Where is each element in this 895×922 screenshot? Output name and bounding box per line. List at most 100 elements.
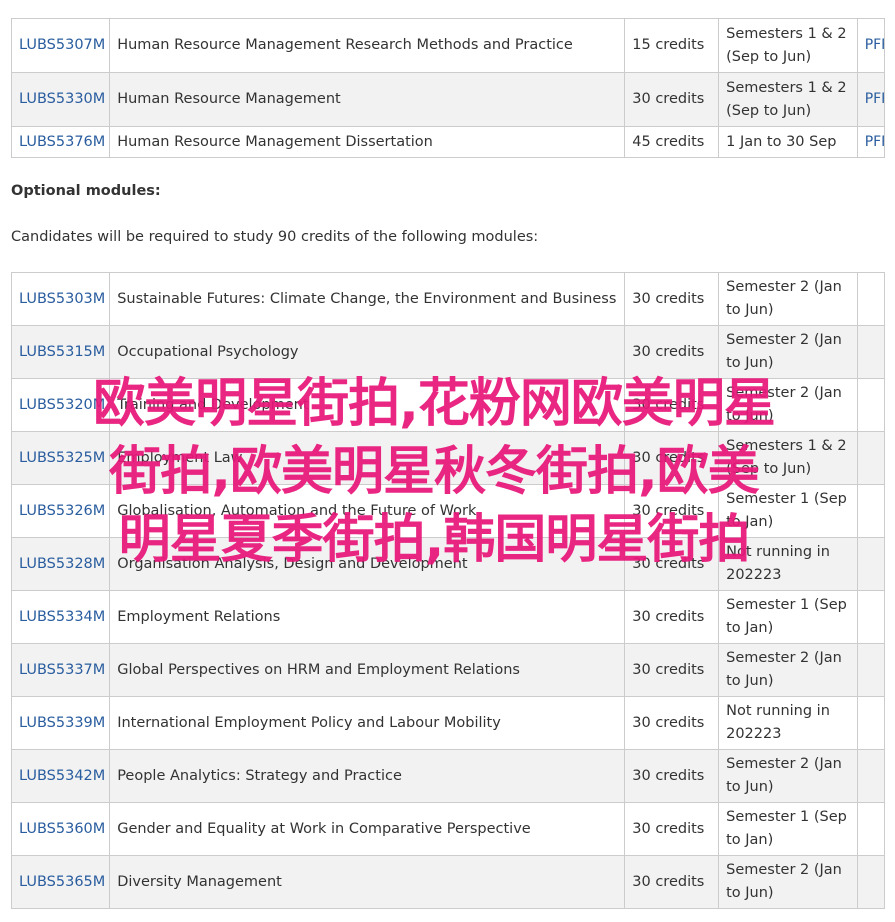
- module-code-link[interactable]: LUBS5328M: [19, 556, 105, 572]
- table-row: LUBS5320M Training and Development 30 cred…: [10, 378, 886, 432]
- module-semester-cell: Semester 2 (Jan to Jun): [718, 272, 858, 326]
- table-row: LUBS5376M Human Resource Management Disse…: [10, 126, 886, 158]
- module-code-link[interactable]: LUBS5330M: [19, 91, 105, 107]
- module-spec-cell: [856, 855, 886, 909]
- module-spec-cell: [856, 272, 886, 326]
- module-spec-cell: [856, 484, 886, 538]
- module-code-cell: LUBS5360M: [10, 802, 111, 856]
- module-code-link[interactable]: LUBS5307M: [19, 37, 105, 53]
- module-code-link[interactable]: LUBS5360M: [19, 821, 105, 837]
- module-code-link[interactable]: LUBS5303M: [19, 291, 105, 307]
- module-semester-cell: Semester 2 (Jan to Jun): [718, 325, 858, 379]
- module-code-cell: LUBS5328M: [10, 537, 111, 591]
- module-title-cell: Human Resource Management: [109, 72, 626, 127]
- module-spec-link[interactable]: PFP: [865, 91, 884, 107]
- module-code-link[interactable]: LUBS5337M: [19, 662, 105, 678]
- module-code-link[interactable]: LUBS5365M: [19, 874, 105, 890]
- module-title-cell: Employment Relations: [109, 590, 626, 644]
- module-title-cell: Globalisation, Automation and the Future…: [109, 484, 626, 538]
- table-row: LUBS5330M Human Resource Management 30 cre…: [10, 72, 886, 127]
- module-code-cell: LUBS5339M: [10, 696, 111, 750]
- core-modules-table: LUBS5307M Human Resource Management Resea…: [10, 18, 886, 158]
- module-credits-cell: 15 credits: [624, 18, 720, 73]
- module-credits-cell: 45 credits: [624, 126, 720, 158]
- module-title-cell: International Employment Policy and Labo…: [109, 696, 626, 750]
- module-code-cell: LUBS5320M: [10, 378, 111, 432]
- module-semester-cell: Not running in 202223: [718, 696, 858, 750]
- module-semester-cell: Not running in 202223: [718, 537, 858, 591]
- module-code-link[interactable]: LUBS5376M: [19, 134, 105, 150]
- table-row: LUBS5325M Employment Law 30 credits Semeste…: [10, 431, 886, 485]
- module-code-link[interactable]: LUBS5342M: [19, 768, 105, 784]
- module-title-cell: Gender and Equality at Work in Comparati…: [109, 802, 626, 856]
- module-credits-cell: 30 credits: [624, 802, 720, 856]
- module-credits-cell: 30 credits: [624, 72, 720, 127]
- module-credits-cell: 30 credits: [624, 749, 720, 803]
- module-code-cell: LUBS5326M: [10, 484, 111, 538]
- table-row: LUBS5315M Occupational Psychology 30 credi…: [10, 325, 886, 379]
- module-semester-cell: 1 Jan to 30 Sep: [718, 126, 858, 158]
- module-credits-cell: 30 credits: [624, 272, 720, 326]
- module-spec-cell: [856, 802, 886, 856]
- module-semester-cell: Semesters 1 & 2 (Sep to Jun): [718, 72, 858, 127]
- optional-modules-heading: Optional modules:: [11, 183, 161, 199]
- module-title-cell: Human Resource Management Research Metho…: [109, 18, 626, 73]
- module-credits-cell: 30 credits: [624, 643, 720, 697]
- module-title-cell: Employment Law: [109, 431, 626, 485]
- module-code-cell: LUBS5303M: [10, 272, 111, 326]
- module-code-cell: LUBS5325M: [10, 431, 111, 485]
- module-spec-cell: PFP: [856, 18, 886, 73]
- module-spec-link[interactable]: PFP: [865, 134, 884, 150]
- module-title-cell: People Analytics: Strategy and Practice: [109, 749, 626, 803]
- table-row: LUBS5339M International Employment Policy…: [10, 696, 886, 750]
- optional-modules-intro: Candidates will be required to study 90 …: [11, 229, 539, 245]
- table-row: LUBS5360M Gender and Equality at Work in …: [10, 802, 886, 856]
- module-spec-cell: [856, 431, 886, 485]
- module-code-link[interactable]: LUBS5325M: [19, 450, 105, 466]
- table-row: LUBS5307M Human Resource Management Resea…: [10, 18, 886, 73]
- module-code-cell: LUBS5315M: [10, 325, 111, 379]
- module-code-cell: LUBS5337M: [10, 643, 111, 697]
- module-credits-cell: 30 credits: [624, 378, 720, 432]
- module-credits-cell: 30 credits: [624, 696, 720, 750]
- module-spec-cell: PFP: [856, 72, 886, 127]
- module-semester-cell: Semester 1 (Sep to Jan): [718, 802, 858, 856]
- module-code-cell: LUBS5334M: [10, 590, 111, 644]
- module-credits-cell: 30 credits: [624, 537, 720, 591]
- module-title-cell: Training and Development: [109, 378, 626, 432]
- table-row: LUBS5303M Sustainable Futures: Climate Ch…: [10, 272, 886, 326]
- module-title-cell: Human Resource Management Dissertation: [109, 126, 626, 158]
- module-title-cell: Organisation Analysis, Design and Develo…: [109, 537, 626, 591]
- table-row: LUBS5337M Global Perspectives on HRM and …: [10, 643, 886, 697]
- table-row: LUBS5328M Organisation Analysis, Design a…: [10, 537, 886, 591]
- module-semester-cell: Semester 1 (Sep to Jan): [718, 484, 858, 538]
- module-spec-cell: PFP: [856, 126, 886, 158]
- module-credits-cell: 30 credits: [624, 325, 720, 379]
- module-title-cell: Diversity Management: [109, 855, 626, 909]
- table-row: LUBS5365M Diversity Management 30 credits S…: [10, 855, 886, 909]
- module-spec-cell: [856, 325, 886, 379]
- module-semester-cell: Semesters 1 & 2 (Sep to Jun): [718, 18, 858, 73]
- module-spec-cell: [856, 537, 886, 591]
- module-code-link[interactable]: LUBS5334M: [19, 609, 105, 625]
- module-code-link[interactable]: LUBS5326M: [19, 503, 105, 519]
- module-credits-cell: 30 credits: [624, 590, 720, 644]
- table-row: LUBS5326M Globalisation, Automation and t…: [10, 484, 886, 538]
- module-spec-cell: [856, 696, 886, 750]
- module-spec-cell: [856, 643, 886, 697]
- module-code-link[interactable]: LUBS5339M: [19, 715, 105, 731]
- module-title-cell: Global Perspectives on HRM and Employmen…: [109, 643, 626, 697]
- table-row: LUBS5334M Employment Relations 30 credits S…: [10, 590, 886, 644]
- module-credits-cell: 30 credits: [624, 855, 720, 909]
- module-credits-cell: 30 credits: [624, 431, 720, 485]
- module-credits-cell: 30 credits: [624, 484, 720, 538]
- module-code-link[interactable]: LUBS5315M: [19, 344, 105, 360]
- module-spec-cell: [856, 749, 886, 803]
- module-code-link[interactable]: LUBS5320M: [19, 397, 105, 413]
- module-semester-cell: Semester 1 (Sep to Jan): [718, 590, 858, 644]
- module-spec-cell: [856, 590, 886, 644]
- module-code-cell: LUBS5342M: [10, 749, 111, 803]
- module-spec-link[interactable]: PFP: [865, 37, 884, 53]
- module-title-cell: Sustainable Futures: Climate Change, the…: [109, 272, 626, 326]
- module-code-cell: LUBS5365M: [10, 855, 111, 909]
